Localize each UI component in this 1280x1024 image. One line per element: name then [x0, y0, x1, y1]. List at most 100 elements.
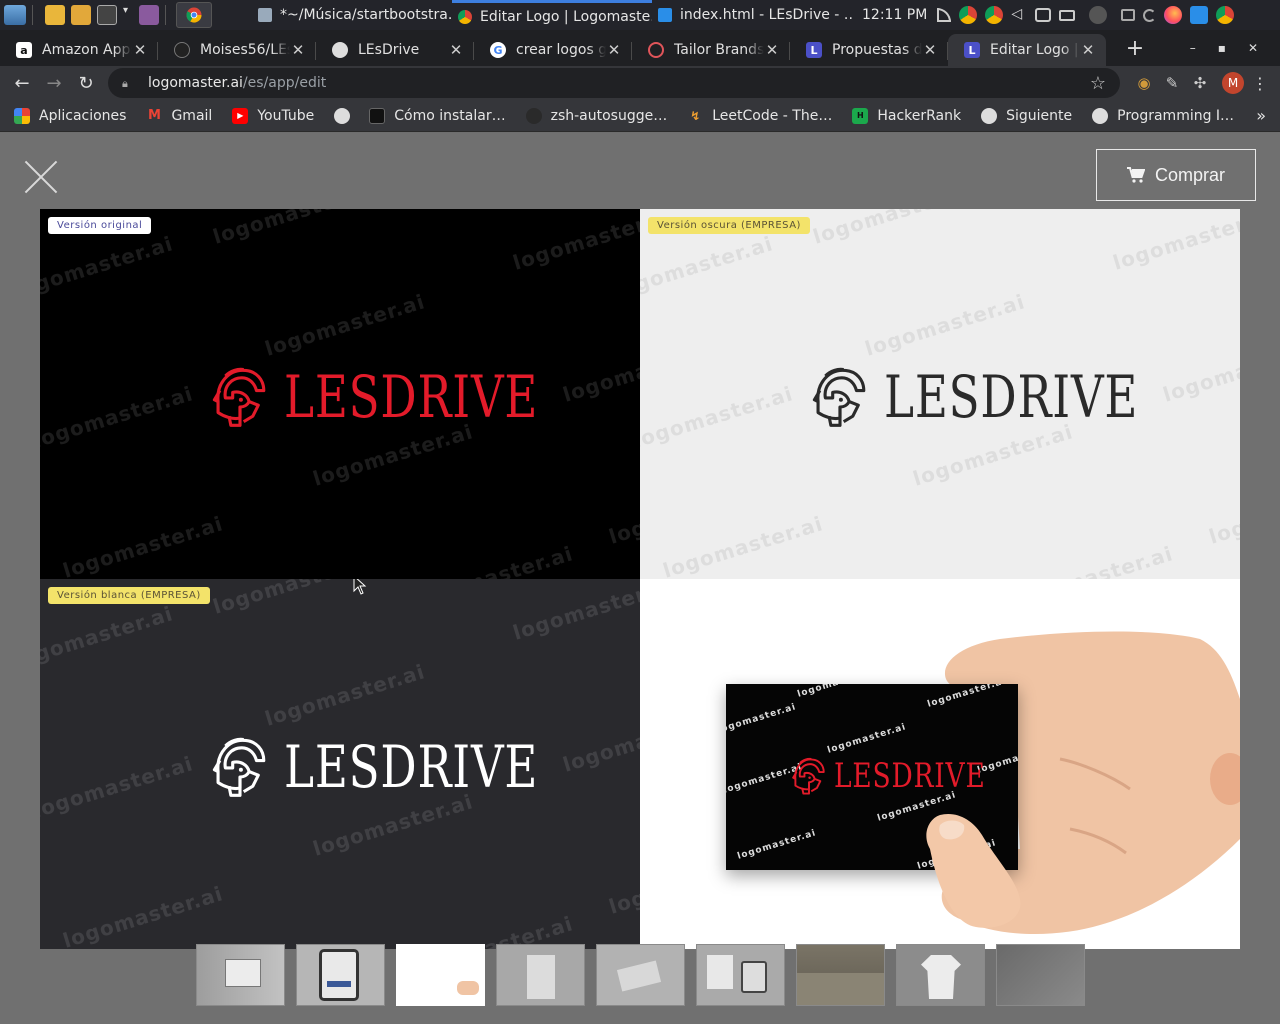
- back-button[interactable]: ←: [6, 73, 38, 94]
- lock-icon[interactable]: 🔒︎: [122, 77, 134, 90]
- chrome-launcher-icon[interactable]: [176, 2, 212, 28]
- logo: LESDRIVE: [212, 735, 610, 799]
- spartan-helmet-icon: [812, 365, 868, 429]
- close-tab-icon[interactable]: ✕: [290, 41, 306, 59]
- tab-editar-logo[interactable]: L Editar Logo | Logomaster ✕: [948, 34, 1106, 66]
- watermark: logomaster.ai: [810, 209, 976, 249]
- browser-tab-strip: a Amazon Apps ✕ Moises56/LEsDrive ✕ LEsD…: [0, 30, 1280, 66]
- battery-icon[interactable]: [1059, 9, 1076, 21]
- watermark: logomaster.ai: [40, 381, 196, 453]
- watermark: logomaster.ai: [1206, 477, 1240, 549]
- bookmark-zsh[interactable]: zsh-autosugge…: [525, 107, 667, 124]
- thumbnail-business-card[interactable]: [396, 944, 485, 1006]
- gmail-icon: M: [147, 108, 161, 123]
- system-tray: ◁: [937, 6, 1235, 24]
- close-tab-icon[interactable]: ✕: [606, 41, 622, 59]
- bookmark-leetcode[interactable]: ↯ LeetCode - The…: [687, 108, 832, 124]
- cart-icon: [1126, 167, 1145, 183]
- firefox-icon[interactable]: [1164, 6, 1183, 24]
- watermark: logomaster.ai: [640, 381, 796, 453]
- logo-wordmark: LESDRIVE: [284, 733, 539, 801]
- minimize-icon[interactable]: –: [1190, 41, 1196, 55]
- bookmark-apps[interactable]: Aplicaciones: [14, 107, 126, 124]
- menu-kebab-icon[interactable]: ⋮: [1252, 74, 1268, 93]
- network-icon[interactable]: [937, 8, 952, 22]
- hackerrank-icon: H: [852, 107, 869, 124]
- watermark: logomaster.ai: [40, 601, 176, 673]
- watermark: logomaster.ai: [40, 751, 196, 823]
- vscode-tray-icon[interactable]: [1190, 6, 1209, 24]
- bookmarks-overflow-icon[interactable]: »: [1256, 106, 1266, 125]
- close-tab-icon[interactable]: ✕: [922, 41, 938, 59]
- thumbnail-t-shirt[interactable]: [896, 944, 985, 1006]
- preview-white-version[interactable]: logomaster.ai logomaster.ai logomaster.a…: [40, 579, 640, 949]
- bookmark-youtube[interactable]: ▶ YouTube: [232, 107, 314, 124]
- task-chrome[interactable]: Editar Logo | Logomaste…: [452, 0, 652, 30]
- preview-dark-version[interactable]: logomaster.ai logomaster.ai logomaster.a…: [640, 209, 1240, 579]
- close-tab-icon[interactable]: ✕: [764, 41, 780, 59]
- preview-original[interactable]: logomaster.ai logomaster.ai logomaster.a…: [40, 209, 640, 579]
- thumbnail-stationery[interactable]: [696, 944, 785, 1006]
- thumbnail-phone[interactable]: [296, 944, 385, 1006]
- notifications-icon[interactable]: [1035, 8, 1052, 22]
- thumb-image: [926, 813, 1021, 928]
- close-preview-button[interactable]: [24, 160, 58, 194]
- desktop-icon[interactable]: [4, 5, 26, 25]
- thumbnail-sign[interactable]: [196, 944, 285, 1006]
- task-editor[interactable]: *~/Música/startbootstra…: [252, 0, 452, 30]
- thumbnail-dark-wall[interactable]: [996, 944, 1085, 1006]
- bookmark-programming[interactable]: Programming I…: [1092, 107, 1234, 124]
- thumbnail-bag[interactable]: [496, 944, 585, 1006]
- extension-icon-owl[interactable]: ◉: [1130, 74, 1158, 92]
- bookmark-globe[interactable]: [334, 107, 359, 124]
- tab-tailor-brands[interactable]: Tailor Brands ✕: [632, 34, 790, 66]
- globe-icon: [1092, 107, 1109, 124]
- folder-icon[interactable]: [71, 5, 91, 25]
- tab-github[interactable]: Moises56/LEsDrive ✕: [158, 34, 316, 66]
- buy-button[interactable]: Comprar: [1096, 149, 1256, 201]
- thumbnail-storefront[interactable]: [796, 944, 885, 1006]
- bookmark-hackerrank[interactable]: H HackerRank: [852, 107, 961, 124]
- globe-icon: [332, 42, 348, 58]
- tab-amazon-apps[interactable]: a Amazon Apps ✕: [0, 34, 158, 66]
- bookmark-gmail[interactable]: M Gmail: [146, 108, 212, 124]
- files-icon[interactable]: [45, 5, 65, 25]
- close-tab-icon[interactable]: ✕: [132, 41, 148, 59]
- spartan-helmet-icon: [212, 365, 268, 429]
- task-vscode[interactable]: index.html - LEsDrive - …: [652, 0, 852, 30]
- globe-icon: [334, 107, 351, 124]
- bookmark-star-icon[interactable]: ☆: [1090, 73, 1106, 94]
- bookmark-siguiente[interactable]: Siguiente: [981, 107, 1072, 124]
- maximize-icon[interactable]: ▪: [1218, 41, 1226, 55]
- chrome-tray-icon[interactable]: [959, 6, 978, 24]
- clock[interactable]: 12:11 PM: [862, 7, 927, 23]
- new-tab-button[interactable]: +: [1120, 36, 1150, 61]
- tab-propuestas[interactable]: L Propuestas de logo ✕: [790, 34, 948, 66]
- tab-lesdrive[interactable]: LEsDrive ✕: [316, 34, 474, 66]
- vscode-icon: [658, 8, 672, 22]
- youtube-icon: ▶: [232, 107, 249, 124]
- bookmark-como-instalar[interactable]: Cómo instalar…: [369, 107, 506, 124]
- chevron-down-icon[interactable]: ▾: [123, 5, 133, 25]
- close-tab-icon[interactable]: ✕: [448, 41, 464, 59]
- close-window-icon[interactable]: ✕: [1248, 41, 1258, 55]
- watermark: logomaster.ai: [60, 511, 226, 579]
- thumbnail-paper-cards[interactable]: [596, 944, 685, 1006]
- terminal-icon[interactable]: [97, 5, 117, 25]
- watermark: logomaster.ai: [606, 477, 640, 549]
- reload-button[interactable]: ↻: [70, 73, 102, 94]
- volume-icon[interactable]: ◁: [1011, 6, 1027, 24]
- close-tab-icon[interactable]: ✕: [1080, 41, 1096, 59]
- screen-icon[interactable]: [1121, 9, 1136, 21]
- preview-business-card-mockup[interactable]: logomaster.ai logomaster.ai logomaster.a…: [640, 579, 1240, 949]
- media-player-icon[interactable]: [139, 5, 159, 25]
- tab-crear-logos[interactable]: G crear logos gratis ✕: [474, 34, 632, 66]
- forward-button[interactable]: →: [38, 73, 70, 94]
- address-bar[interactable]: 🔒︎ logomaster.ai /es/app/edit ☆: [108, 68, 1120, 98]
- chrome-tray-icon-2[interactable]: [985, 6, 1004, 24]
- refresh-icon[interactable]: [1143, 8, 1157, 22]
- chrome-tray-icon-3[interactable]: [1216, 6, 1235, 24]
- profile-avatar[interactable]: M: [1222, 72, 1244, 94]
- extensions-puzzle-icon[interactable]: ✣: [1186, 74, 1214, 92]
- extension-icon-pen[interactable]: ✎: [1158, 74, 1186, 92]
